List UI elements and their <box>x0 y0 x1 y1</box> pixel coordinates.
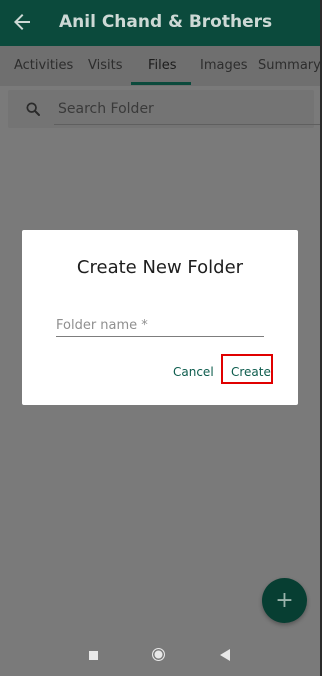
page-title: Anil Chand & Brothers <box>59 12 273 32</box>
dialog-title: Create New Folder <box>76 257 244 278</box>
folder-name-input[interactable] <box>56 314 264 337</box>
square-icon[interactable] <box>89 651 98 660</box>
tab-images[interactable]: Images <box>200 58 248 73</box>
tab-bar: Activities Visits Files Images Summary <box>0 46 322 86</box>
plus-icon: + <box>275 588 294 613</box>
search-icon <box>26 102 40 116</box>
tab-visits[interactable]: Visits <box>88 58 122 73</box>
cancel-button[interactable]: Cancel <box>173 365 214 379</box>
triangle-back-icon[interactable] <box>220 649 230 661</box>
app-bar: Anil Chand & Brothers <box>0 0 322 46</box>
create-folder-dialog: Create New Folder Cancel Create <box>22 230 298 405</box>
search-input[interactable] <box>54 94 320 125</box>
add-folder-button[interactable]: + <box>262 578 307 623</box>
search-bar <box>8 90 320 128</box>
arrow-left-icon[interactable] <box>10 10 34 34</box>
tab-files[interactable]: Files <box>148 58 177 73</box>
tab-summary[interactable]: Summary <box>258 58 321 73</box>
active-tab-indicator <box>131 82 191 85</box>
create-button[interactable]: Create <box>231 365 271 379</box>
circle-icon[interactable] <box>152 648 165 661</box>
system-nav-bar <box>0 636 322 676</box>
tab-activities[interactable]: Activities <box>14 58 73 73</box>
